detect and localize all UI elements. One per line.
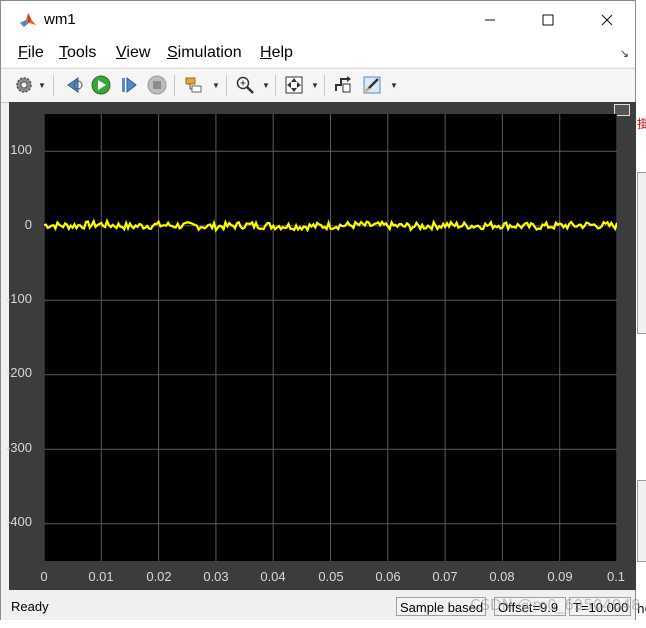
toolbar-separator	[226, 75, 227, 96]
maximize-icon	[542, 14, 554, 26]
run-icon	[91, 75, 111, 95]
x-tick-label: 0.02	[146, 569, 172, 584]
highlight-block-icon	[185, 77, 202, 93]
x-tick-label: 0.05	[318, 569, 344, 584]
y-tick-label: 100	[10, 142, 32, 157]
legend-icon	[335, 76, 351, 93]
highlight-block-button[interactable]	[183, 74, 205, 96]
style-button[interactable]	[361, 74, 383, 96]
maximize-button[interactable]	[525, 1, 571, 39]
close-icon	[601, 14, 613, 26]
x-tick-label: 0.04	[260, 569, 286, 584]
background-red-text: 掛	[637, 117, 646, 131]
grid-lines	[44, 114, 617, 561]
dock-arrow-icon[interactable]: ↘	[620, 47, 629, 60]
scope-window: wm1 File Tools View Simulation Help ↘ ▼	[0, 0, 636, 620]
toolbar-separator	[324, 75, 325, 96]
menu-simulation[interactable]: Simulation	[167, 44, 242, 62]
stop-button[interactable]	[146, 74, 168, 96]
title-bar[interactable]: wm1	[1, 1, 635, 39]
x-tick-label: 0	[40, 569, 48, 584]
run-button[interactable]	[90, 74, 112, 96]
toolbar-separator	[275, 75, 276, 96]
y-tick-label: -300	[5, 440, 32, 455]
menu-help[interactable]: Help	[260, 44, 293, 62]
zoom-in-icon	[236, 76, 254, 94]
x-tick-label: 0.03	[203, 569, 229, 584]
y-tick-label: -100	[5, 291, 32, 306]
toolbar-separator	[53, 75, 54, 96]
step-back-button[interactable]	[63, 74, 85, 96]
menu-tools[interactable]: Tools	[59, 44, 96, 62]
menu-bar: File Tools View Simulation Help ↘	[1, 39, 635, 67]
matlab-logo-icon	[20, 13, 36, 27]
csdn-watermark: CSDN @m0_69504948	[470, 596, 641, 614]
toolbar-separator	[174, 75, 175, 96]
autoscale-button[interactable]	[283, 74, 305, 96]
background-window-right	[637, 172, 646, 334]
scope-axes[interactable]	[44, 114, 617, 561]
zoom-button[interactable]	[234, 74, 256, 96]
x-tick-label: 0.06	[375, 569, 401, 584]
window-title: wm1	[44, 11, 76, 28]
configuration-button[interactable]	[13, 74, 35, 96]
legend-button[interactable]	[332, 74, 354, 96]
y-tick-label: -200	[5, 365, 32, 380]
minimize-button[interactable]	[467, 1, 513, 39]
step-forward-button[interactable]	[118, 74, 140, 96]
zoom-dropdown-icon[interactable]: ▼	[262, 81, 270, 90]
autoscale-dropdown-icon[interactable]: ▼	[311, 81, 319, 90]
x-tick-label: 0.1	[606, 569, 626, 584]
style-dropdown-icon[interactable]: ▼	[390, 81, 398, 90]
style-icon	[363, 76, 381, 94]
configuration-dropdown-icon[interactable]: ▼	[38, 81, 46, 90]
background-window-right-lower	[637, 480, 646, 562]
close-button[interactable]	[584, 1, 630, 39]
x-tick-label: 0.01	[88, 569, 114, 584]
step-forward-icon	[122, 76, 137, 94]
y-tick-label: 0	[24, 217, 32, 232]
menu-view[interactable]: View	[116, 44, 150, 62]
step-back-icon	[67, 77, 83, 93]
x-tick-label: 0.09	[547, 569, 573, 584]
y-tick-label: -400	[5, 514, 32, 529]
minimize-icon	[485, 19, 495, 21]
gear-icon	[16, 77, 32, 93]
status-ready-text: Ready	[11, 599, 49, 614]
highlight-dropdown-icon[interactable]: ▼	[212, 81, 220, 90]
autoscale-icon	[285, 76, 303, 94]
x-tick-label: 0.08	[489, 569, 515, 584]
toolbar: ▼ ▼ ▼ ▼ ▼	[1, 68, 635, 103]
stop-icon	[147, 75, 167, 95]
x-tick-label: 0.07	[432, 569, 458, 584]
menu-file[interactable]: File	[18, 44, 44, 62]
